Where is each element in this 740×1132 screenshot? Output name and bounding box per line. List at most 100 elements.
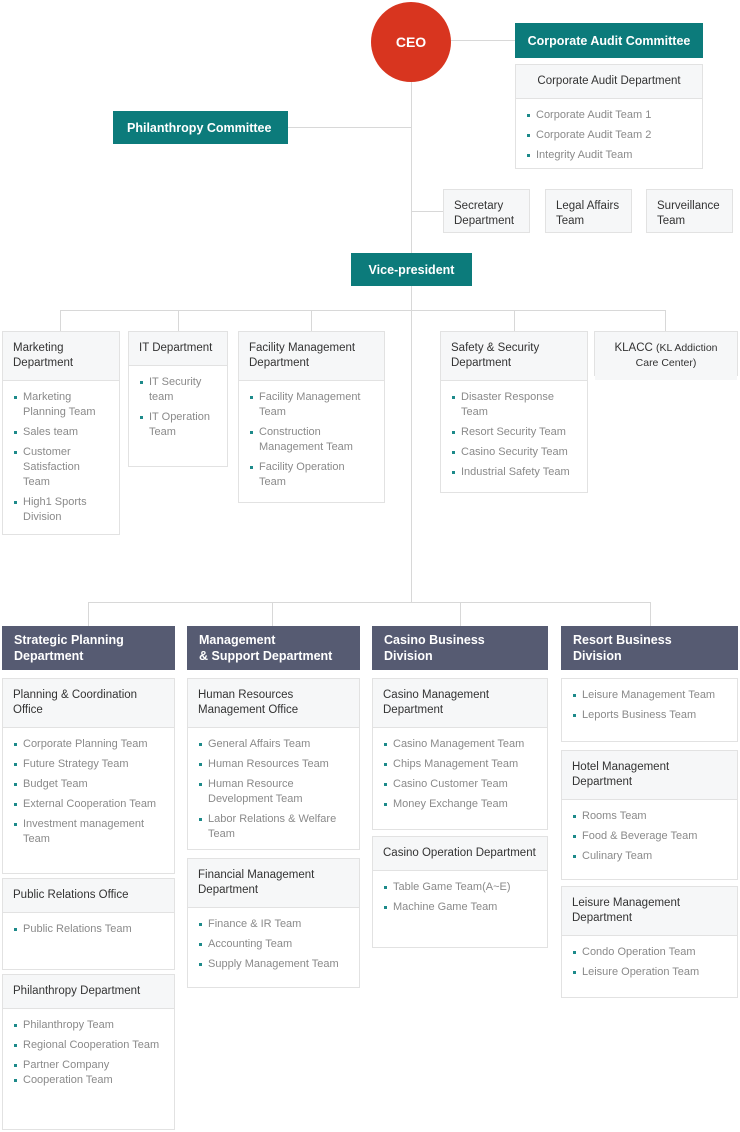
subdept-public-relations-office[interactable]: Public Relations Office Public Relations… [2,878,175,970]
department-facility-management[interactable]: Facility Management Department Facility … [238,331,385,503]
department-marketing-body: Marketing Planning Team Sales team Custo… [3,381,119,535]
subdept-hotel-management-department[interactable]: Hotel Management Department Rooms Team F… [561,750,738,880]
connector-drop-marketing [60,310,61,331]
list-item: General Affairs Team [198,737,349,752]
subdept-casino-management-department[interactable]: Casino Management Department Casino Mana… [372,678,548,830]
list-item: Rooms Team [572,809,727,824]
subdept-leisure-management-department-title: Leisure Management Department [562,887,737,936]
department-marketing-title: Marketing Department [3,332,119,381]
connector-drop-it [178,310,179,331]
corporate-audit-department-items: Corporate Audit Team 1 Corporate Audit T… [526,108,692,163]
org-chart: CEO Philanthropy Committee Corporate Aud… [0,0,740,1132]
philanthropy-committee-node[interactable]: Philanthropy Committee [113,111,288,144]
list-item: Resort Security Team [451,425,577,440]
list-item: High1 Sports Division [13,495,109,525]
subdept-planning-coordination-office[interactable]: Planning & Coordination Office Corporate… [2,678,175,874]
list-item: Investment management Team [13,817,164,847]
division-name-line2: Division [573,649,622,663]
title-line2: Department [198,884,259,896]
list-item: Philanthropy Team [13,1018,164,1033]
list-item: Casino Customer Team [383,777,537,792]
surveillance-team-box[interactable]: Surveillance Team [646,189,733,233]
title-line2: Department [13,357,74,369]
title-line2: Department [572,776,633,788]
ceo-node[interactable]: CEO [371,2,451,82]
subdept-financial-management-department-title: Financial Management Department [188,859,359,908]
connector-drop-casino [460,602,461,626]
subdept-human-resources-management-office[interactable]: Human Resources Management Office Genera… [187,678,360,850]
division-resort-direct-teams[interactable]: Leisure Management Team Leports Business… [561,678,738,742]
secretary-department-label-line1: Secretary [454,200,504,212]
list-item: Leisure Operation Team [572,965,727,980]
title-line1: Marketing [13,342,64,354]
surveillance-team-label-line1: Surveillance [657,200,720,212]
list-item: Corporate Audit Team 1 [526,108,692,123]
division-name-line2: & Support Department [199,649,333,663]
list-item: Cooperation Team [13,1073,164,1088]
division-strategic-planning-header[interactable]: Strategic Planning Department [2,626,175,670]
division-name-line1: Strategic Planning [14,633,124,647]
corporate-audit-committee-node[interactable]: Corporate Audit Committee [515,23,703,58]
division-name-line1: Resort Business [573,633,672,647]
department-marketing[interactable]: Marketing Department Marketing Planning … [2,331,120,535]
list-item: Construction Management Team [249,425,374,455]
list-item: Regional Cooperation Team [13,1038,164,1053]
list-item: Labor Relations & Welfare Team [198,812,349,842]
list-item: Chips Management Team [383,757,537,772]
list-item: Human Resources Team [198,757,349,772]
department-it[interactable]: IT Department IT Security team IT Operat… [128,331,228,467]
legal-affairs-team-label-line1: Legal Affairs [556,200,620,212]
title-line1: Hotel Management [572,761,670,773]
list-item: Casino Security Team [451,445,577,460]
list-item: Human Resource Development Team [198,777,349,807]
department-klacc-title: KLACC (KL Addiction Care Center) [595,332,737,380]
connector-drop-klacc [665,310,666,331]
list-item: Customer Satisfaction Team [13,445,109,490]
list-item: IT Security team [139,375,217,405]
connector-staff-horizontal [411,211,443,212]
division-resort-business-header[interactable]: Resort Business Division [561,626,738,670]
department-safety-security-body: Disaster Response Team Resort Security T… [441,381,587,490]
title-line1: Casino Operation [383,847,473,859]
list-item: Integrity Audit Team [526,148,692,163]
department-it-title: IT Department [129,332,227,366]
subdept-leisure-management-department[interactable]: Leisure Management Department Condo Oper… [561,886,738,998]
department-facility-management-title: Facility Management Department [239,332,384,381]
list-item: Casino Management Team [383,737,537,752]
division-name-line2: Division [384,649,433,663]
title-line2: Office [98,889,129,901]
division-casino-business-header[interactable]: Casino Business Division [372,626,548,670]
subdept-casino-operation-department[interactable]: Casino Operation Department Table Game T… [372,836,548,948]
subdept-financial-management-department[interactable]: Financial Management Department Finance … [187,858,360,988]
department-klacc[interactable]: KLACC (KL Addiction Care Center) [594,331,738,380]
corporate-audit-department-box[interactable]: Corporate Audit Department Corporate Aud… [515,64,703,169]
list-item: IT Operation Team [139,410,217,440]
title-line2: Department [80,985,141,997]
list-item: Partner Company [13,1058,164,1073]
title-line1: Financial Management [198,869,315,881]
connector-philanthropy-horizontal [288,127,412,128]
division-name-line1: Management [199,633,276,647]
list-item: Corporate Planning Team [13,737,164,752]
department-facility-management-body: Facility Management Team Construction Ma… [239,381,384,500]
legal-affairs-team-box[interactable]: Legal Affairs Team [545,189,632,233]
secretary-department-box[interactable]: Secretary Department [443,189,530,233]
list-item: Corporate Audit Team 2 [526,128,692,143]
department-safety-security[interactable]: Safety & Security Department Disaster Re… [440,331,588,493]
list-item: Food & Beverage Team [572,829,727,844]
list-item: Money Exchange Team [383,797,537,812]
title-line2: Department [475,847,536,859]
title-line2: Department [249,357,310,369]
list-item: Marketing Planning Team [13,390,109,420]
title-line1: IT [139,342,150,354]
vice-president-node[interactable]: Vice-president [351,253,472,286]
list-item: External Cooperation Team [13,797,164,812]
division-management-support-header[interactable]: Management & Support Department [187,626,360,670]
subdept-hotel-management-department-title: Hotel Management Department [562,751,737,800]
title-line2: Department [152,342,213,354]
title-line2: Management Office [198,704,299,716]
subdept-philanthropy-department[interactable]: Philanthropy Department Philanthropy Tea… [2,974,175,1130]
list-item: Facility Management Team [249,390,374,420]
subdept-casino-operation-department-title: Casino Operation Department [373,837,547,871]
title-line1: Human Resources [198,689,294,701]
